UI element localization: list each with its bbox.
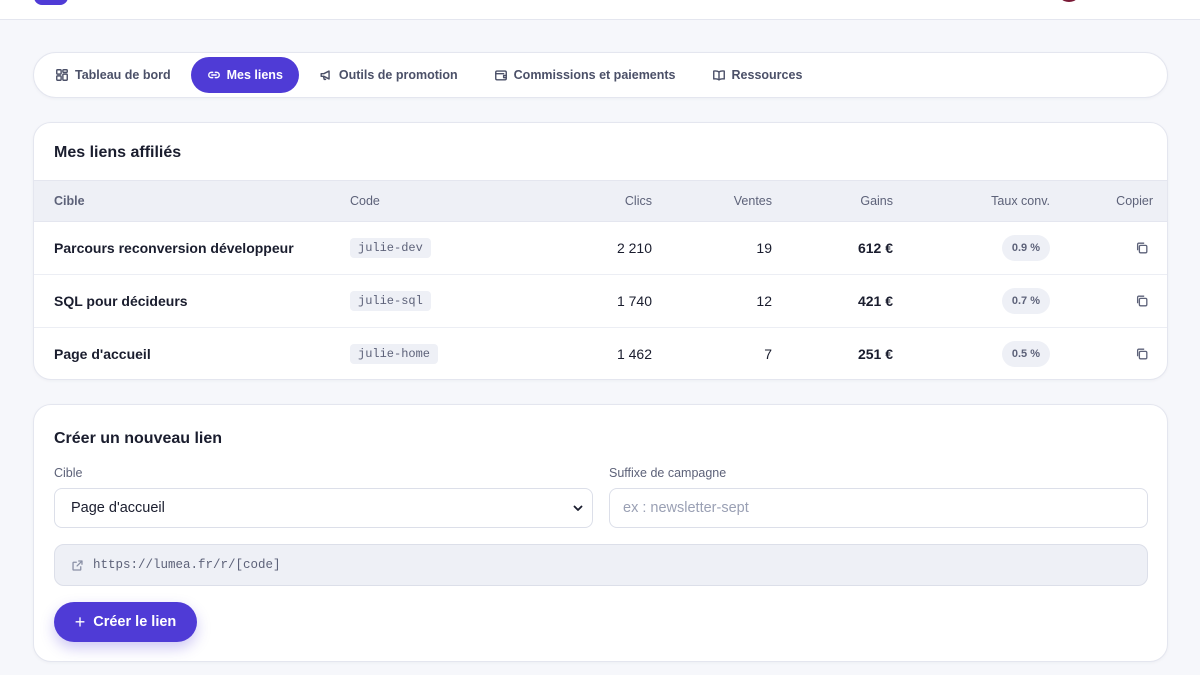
copy-icon (1136, 348, 1148, 360)
row-gains: 421 € (857, 293, 893, 309)
row-clicks: 2 210 (616, 240, 652, 256)
links-card-title: Mes liens affiliés (54, 144, 182, 161)
row-sales: 7 (764, 346, 772, 363)
create-card-title: Créer un nouveau lien (54, 430, 223, 447)
copy-link-button[interactable] (1131, 290, 1153, 312)
link-icon (207, 71, 220, 79)
row-code: julie-home (350, 344, 439, 365)
tab-promotion-tools-label: Outils de promotion (338, 68, 458, 82)
row-conversion-rate: 0.9 % (1001, 235, 1050, 261)
create-link-button-label: Créer le lien (93, 614, 177, 630)
suffix-field-label: Suffixe de campagne (609, 466, 727, 480)
tab-my-links[interactable]: Mes liens (190, 57, 299, 93)
row-clicks: 1 462 (616, 346, 652, 363)
row-target: SQL pour décideurs (54, 293, 188, 309)
create-link-card: Créer un nouveau lien Cible Suffixe de c… (33, 404, 1168, 662)
target-select-value: Page d'accueil (71, 500, 165, 516)
row-conversion-rate: 0.7 % (1001, 288, 1050, 314)
chevron-down-icon (573, 505, 583, 511)
book-icon (712, 70, 725, 81)
create-link-button[interactable]: + Créer le lien (54, 602, 197, 642)
row-target: Parcours reconversion développeur (54, 240, 294, 256)
table-row: Page d'accueil julie-home 1 462 7 251 € … (34, 328, 1167, 380)
col-header-target: Cible (54, 194, 85, 208)
external-link-icon (72, 559, 83, 571)
avatar[interactable] (1057, 0, 1081, 2)
tab-commissions[interactable]: Commissions et paiements (478, 57, 692, 93)
row-conversion-rate: 0.5 % (1001, 341, 1050, 368)
tab-resources-label: Ressources (731, 68, 803, 82)
row-code: julie-sql (350, 291, 431, 311)
dashboard-grid-icon (56, 69, 68, 81)
link-preview: https://lumea.fr/r/[code] (54, 544, 1148, 586)
copy-icon (1136, 295, 1148, 307)
table-row: SQL pour décideurs julie-sql 1 740 12 42… (34, 275, 1167, 328)
tab-commissions-label: Commissions et paiements (513, 68, 676, 82)
affiliate-links-card: Mes liens affiliés Cible Code Clics Vent… (33, 122, 1168, 380)
affiliate-nav-tabs: Tableau de bord Mes liens Outils de prom… (33, 52, 1168, 98)
row-gains: 251 € (857, 346, 893, 363)
top-bar (0, 0, 1200, 20)
tab-resources[interactable]: Ressources (696, 57, 819, 93)
plus-icon: + (74, 612, 86, 632)
copy-link-button[interactable] (1131, 343, 1153, 365)
table-row: Parcours reconversion développeur julie-… (34, 222, 1167, 275)
wallet-icon (494, 70, 507, 81)
row-code: julie-dev (350, 238, 431, 258)
table-header-row: Cible Code Clics Ventes Gains Taux conv.… (34, 180, 1167, 222)
row-sales: 19 (756, 240, 772, 256)
row-gains: 612 € (857, 240, 893, 256)
col-header-clicks: Clics (624, 194, 652, 208)
tab-dashboard[interactable]: Tableau de bord (39, 57, 187, 93)
megaphone-icon (320, 70, 330, 81)
affiliate-links-table: Cible Code Clics Ventes Gains Taux conv.… (34, 180, 1167, 380)
tab-my-links-label: Mes liens (226, 68, 283, 82)
col-header-sales: Ventes (733, 194, 772, 208)
logo[interactable] (34, 0, 68, 5)
tab-dashboard-label: Tableau de bord (75, 68, 171, 82)
col-header-copy: Copier (1116, 194, 1153, 208)
row-sales: 12 (756, 293, 772, 309)
row-target: Page d'accueil (54, 346, 151, 363)
col-header-code: Code (350, 194, 380, 208)
col-header-gains: Gains (860, 194, 893, 208)
tab-promotion-tools[interactable]: Outils de promotion (303, 57, 474, 93)
col-header-conv: Taux conv. (991, 194, 1050, 208)
copy-link-button[interactable] (1131, 237, 1153, 259)
target-field-label: Cible (54, 466, 83, 480)
row-clicks: 1 740 (616, 293, 652, 309)
copy-icon (1136, 242, 1148, 254)
target-select[interactable]: Page d'accueil (54, 488, 593, 528)
campaign-suffix-input[interactable] (609, 488, 1148, 528)
link-preview-url: https://lumea.fr/r/[code] (93, 558, 281, 572)
